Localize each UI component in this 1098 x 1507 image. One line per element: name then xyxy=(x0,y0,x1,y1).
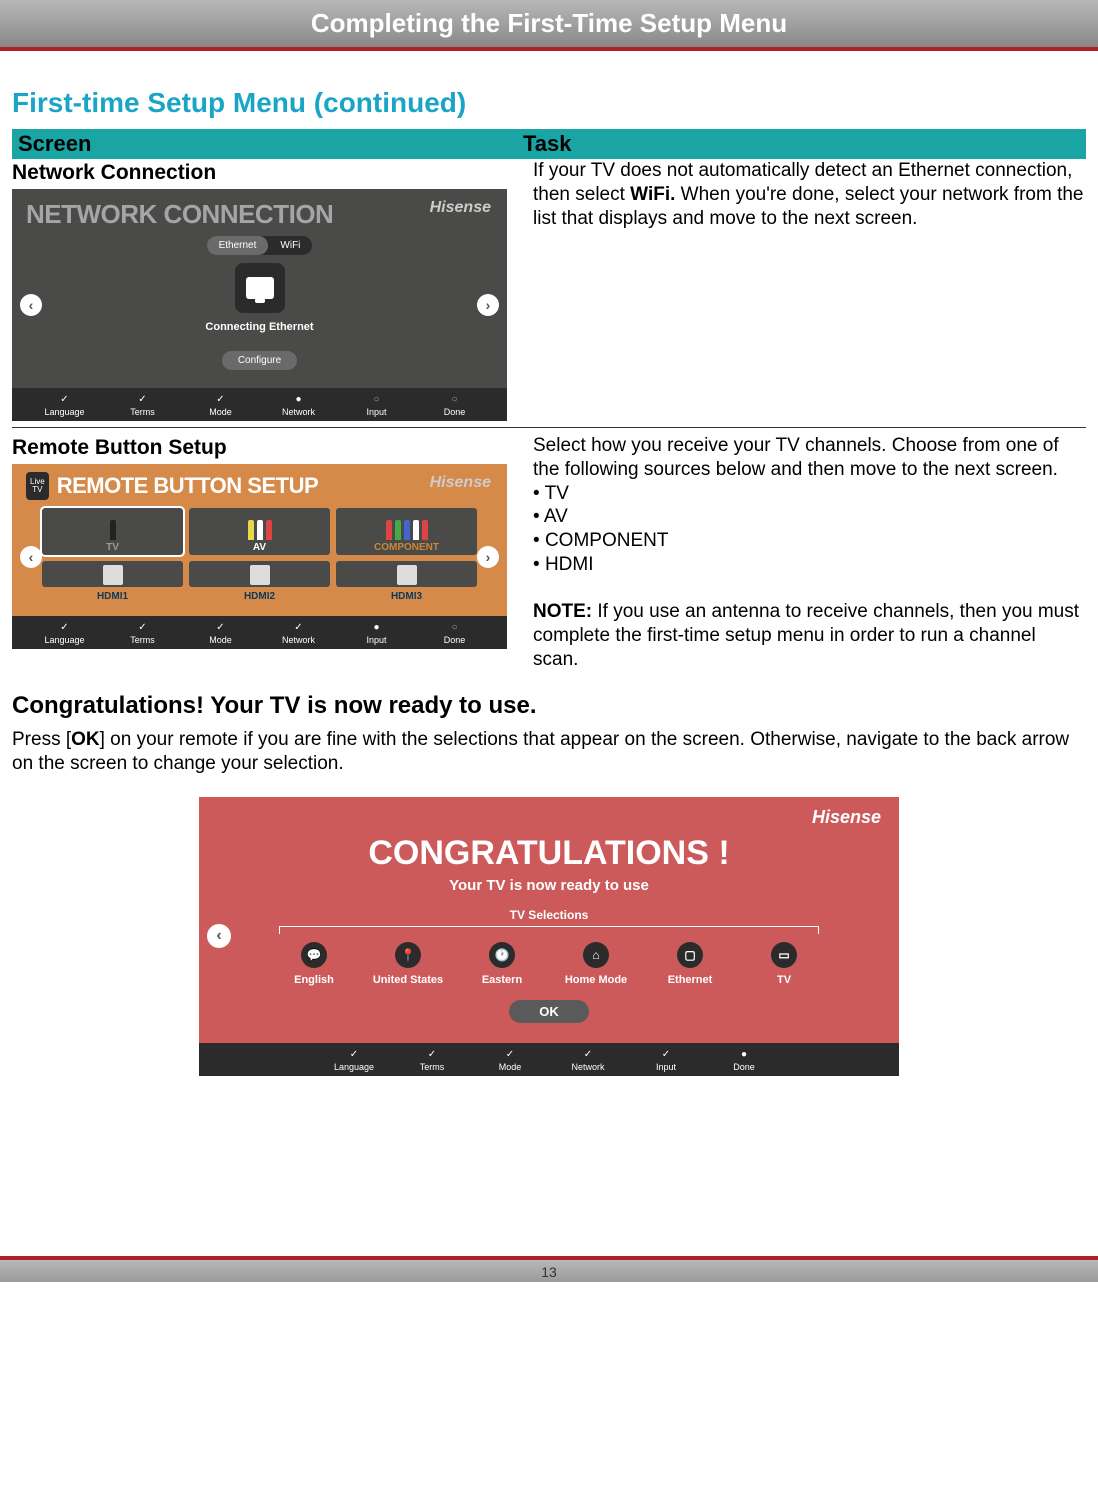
source-component[interactable]: COMPONENT xyxy=(336,508,477,555)
step-check-icon xyxy=(480,1049,540,1060)
congrats-title: CONGRATULATIONS ! xyxy=(199,834,899,873)
page-header: Completing the First-Time Setup Menu xyxy=(0,0,1098,51)
step-check-icon xyxy=(636,1049,696,1060)
hdmi-plug-icon xyxy=(103,565,123,585)
step-current-icon xyxy=(347,622,407,633)
step-check-icon xyxy=(35,622,95,633)
connection-status: Connecting Ethernet xyxy=(26,321,493,333)
live-tv-badge: LiveTV xyxy=(26,472,49,500)
ethernet-icon: ▢ xyxy=(677,942,703,968)
step-current-icon xyxy=(269,394,329,405)
tv-title: REMOTE BUTTON SETUP xyxy=(57,473,318,499)
configure-button[interactable]: Configure xyxy=(222,351,297,370)
selection-input: ▭TV xyxy=(744,942,824,986)
step-check-icon xyxy=(191,394,251,405)
source-av[interactable]: AV xyxy=(189,508,330,555)
source-hdmi1[interactable]: HDMI1 xyxy=(42,561,183,608)
progress-bar: Language Terms Mode Network Input Done xyxy=(12,388,507,421)
bracket-line xyxy=(279,926,819,934)
tv-icon: ▭ xyxy=(771,942,797,968)
ok-button[interactable]: OK xyxy=(509,1000,589,1023)
step-check-icon xyxy=(35,394,95,405)
table-row: Network Connection NETWORK CONNECTION Hi… xyxy=(12,159,1086,428)
speech-icon: 💬 xyxy=(301,942,327,968)
brand-logo: Hisense xyxy=(199,797,899,828)
step-check-icon xyxy=(324,1049,384,1060)
source-tv[interactable]: TV xyxy=(42,508,183,555)
congrats-body: Press [OK] on your remote if you are fin… xyxy=(12,728,1086,777)
progress-bar: Language Terms Mode Network Input Done xyxy=(12,616,507,649)
step-pending-icon xyxy=(425,394,485,405)
tv-screenshot-remote: LiveTV REMOTE BUTTON SETUP Hisense TV AV xyxy=(12,464,507,649)
screen-label: Network Connection xyxy=(12,161,517,185)
congrats-subtitle: Your TV is now ready to use xyxy=(199,877,899,894)
step-check-icon xyxy=(113,394,173,405)
selection-timezone: 🕐Eastern xyxy=(462,942,542,986)
tv-title: NETWORK CONNECTION xyxy=(26,199,493,230)
selection-mode: ⌂Home Mode xyxy=(556,942,636,986)
task-text: Select how you receive your TV channels.… xyxy=(517,434,1086,672)
net-toggle: Ethernet WiFi xyxy=(26,236,493,255)
table-header: Screen Task xyxy=(12,129,1086,159)
table-row: Remote Button Setup LiveTV REMOTE BUTTON… xyxy=(12,434,1086,678)
step-check-icon xyxy=(113,622,173,633)
congrats-heading: Congratulations! Your TV is now ready to… xyxy=(12,692,1086,720)
step-check-icon xyxy=(269,622,329,633)
col-header-screen: Screen xyxy=(18,131,523,157)
brand-logo: Hisense xyxy=(430,199,491,217)
page-number: 13 xyxy=(0,1260,1098,1280)
nav-right-icon[interactable]: › xyxy=(477,294,499,316)
tv-screenshot-network: NETWORK CONNECTION Hisense Ethernet WiFi… xyxy=(12,189,507,421)
step-check-icon xyxy=(191,622,251,633)
col-header-task: Task xyxy=(523,131,1080,157)
step-check-icon xyxy=(402,1049,462,1060)
ethernet-port-icon xyxy=(235,263,285,313)
selections-label: TV Selections xyxy=(199,908,899,922)
step-pending-icon xyxy=(425,622,485,633)
screen-label: Remote Button Setup xyxy=(12,436,517,460)
home-icon: ⌂ xyxy=(583,942,609,968)
pin-icon: 📍 xyxy=(395,942,421,968)
progress-bar: Language Terms Mode Network Input Done xyxy=(199,1043,899,1076)
nav-left-icon[interactable]: ‹ xyxy=(207,924,231,948)
tv-screenshot-congrats: Hisense CONGRATULATIONS ! Your TV is now… xyxy=(199,797,899,1076)
section-title: First-time Setup Menu (continued) xyxy=(12,87,1086,119)
task-text: If your TV does not automatically detect… xyxy=(517,159,1086,421)
source-hdmi2[interactable]: HDMI2 xyxy=(189,561,330,608)
nav-left-icon[interactable]: ‹ xyxy=(20,546,42,568)
hdmi-plug-icon xyxy=(250,565,270,585)
toggle-wifi[interactable]: WiFi xyxy=(268,236,312,255)
step-pending-icon xyxy=(347,394,407,405)
nav-right-icon[interactable]: › xyxy=(477,546,499,568)
toggle-ethernet[interactable]: Ethernet xyxy=(207,236,269,255)
source-hdmi3[interactable]: HDMI3 xyxy=(336,561,477,608)
clock-icon: 🕐 xyxy=(489,942,515,968)
selection-language: 💬English xyxy=(274,942,354,986)
header-title: Completing the First-Time Setup Menu xyxy=(311,8,787,38)
step-current-icon xyxy=(714,1049,774,1060)
nav-left-icon[interactable]: ‹ xyxy=(20,294,42,316)
page-footer: 13 xyxy=(0,1256,1098,1282)
step-check-icon xyxy=(558,1049,618,1060)
hdmi-plug-icon xyxy=(397,565,417,585)
selection-network: ▢Ethernet xyxy=(650,942,730,986)
brand-logo: Hisense xyxy=(430,474,491,492)
selection-location: 📍United States xyxy=(368,942,448,986)
